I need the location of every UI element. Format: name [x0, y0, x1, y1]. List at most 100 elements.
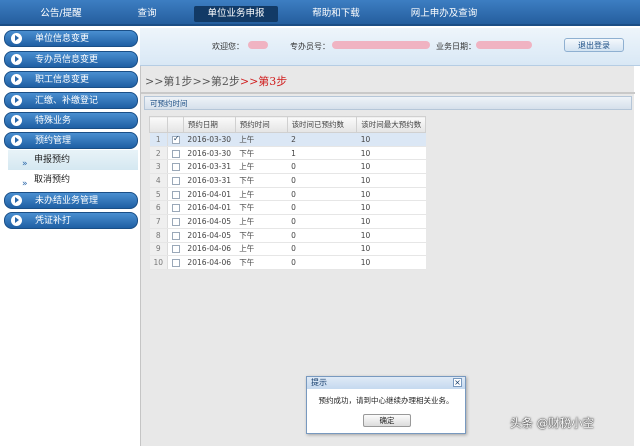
table-row[interactable]: 5 2016-04-01 上午 0 10 [149, 187, 426, 202]
appointment-grid: 预约日期 预约时间 该时间已预约数 该时间最大预约数 12016-03-30上午… [149, 116, 426, 270]
column-header-date[interactable]: 预约日期 [182, 116, 236, 133]
row-number: 10 [149, 255, 168, 270]
cell-max: 10 [356, 173, 426, 188]
checkbox[interactable] [171, 259, 180, 268]
sidebar-item-label: 专办员信息变更 [35, 55, 99, 65]
cell-max: 10 [356, 242, 426, 257]
sidebar-item-appointment[interactable]: 预约管理 [4, 132, 138, 149]
cell-max: 10 [356, 132, 426, 147]
row-checkbox[interactable] [167, 200, 184, 216]
row-number: 8 [149, 228, 168, 243]
table-row[interactable]: 1 2016-03-30上午210 [149, 132, 426, 147]
table-row[interactable]: 8 2016-04-05 下午 0 10 [149, 228, 426, 243]
sidebar-item-label: 职工信息变更 [35, 75, 90, 85]
cell-max: 10 [356, 255, 426, 270]
ok-button[interactable]: 确定 [363, 414, 411, 427]
checkbox[interactable] [171, 163, 180, 172]
watermark: 头条 @财税小空 [510, 416, 595, 430]
table-row[interactable]: 3 2016-03-31 上午 0 10 [149, 159, 426, 175]
business-date-label: 业务日期： [436, 42, 476, 51]
column-header-time[interactable]: 预约时间 [234, 116, 288, 133]
sidebar-item-reprint-voucher[interactable]: 凭证补打 [4, 212, 138, 229]
arrow-circle-icon [11, 115, 22, 126]
cell-booked: 1 [287, 146, 357, 161]
column-header-select[interactable] [166, 116, 184, 133]
row-number: 9 [149, 242, 168, 257]
cell-date: 2016-04-01 [183, 200, 236, 216]
column-header-rownum [149, 116, 168, 133]
row-number: 1 [149, 132, 168, 147]
column-header-booked[interactable]: 该时间已预约数 [286, 116, 358, 133]
step-1: >>第1步 [145, 75, 193, 88]
sidebar-item-agent-info[interactable]: 专办员信息变更 [4, 51, 138, 68]
sidebar-subitem-cancel-appointment[interactable]: » 取消预约 [8, 170, 138, 190]
cell-max: 10 [356, 200, 426, 216]
divider [141, 92, 635, 94]
sidebar-item-label: 未办结业务管理 [35, 196, 99, 206]
nav-help-download[interactable]: 帮助和下载 [310, 6, 362, 22]
sidebar-item-special-business[interactable]: 特殊业务 [4, 112, 138, 129]
checkbox[interactable] [171, 190, 180, 199]
nav-unit-declaration[interactable]: 单位业务申报 [194, 6, 278, 22]
cell-time: 下午 [235, 200, 288, 216]
checkbox[interactable] [171, 149, 180, 158]
row-checkbox[interactable] [167, 146, 184, 161]
table-row[interactable]: 7 2016-04-05 上午 0 10 [149, 214, 426, 229]
user-info-bar: 欢迎您： 专办员号： 业务日期： 退出登录 [140, 28, 640, 66]
cell-booked: 0 [287, 228, 357, 243]
row-checkbox[interactable] [167, 187, 184, 202]
cell-date: 2016-03-30 [183, 132, 236, 147]
row-checkbox[interactable] [167, 173, 184, 188]
column-header-max[interactable]: 该时间最大预约数 [356, 116, 426, 133]
table-row[interactable]: 4 2016-03-31 下午 0 10 [149, 173, 426, 188]
sidebar-subitem-label: 申报预约 [34, 155, 71, 165]
logout-button[interactable]: 退出登录 [564, 38, 624, 52]
sidebar-item-pending-business[interactable]: 未办结业务管理 [4, 192, 138, 209]
checkbox[interactable] [171, 176, 180, 185]
row-number: 2 [149, 146, 168, 161]
agent-number-label: 专办员号： [290, 42, 330, 51]
sidebar-item-unit-info[interactable]: 单位信息变更 [4, 30, 138, 47]
sidebar-subitem-declare-appointment[interactable]: » 申报预约 [8, 150, 138, 170]
nav-query[interactable]: 查询 [132, 6, 162, 22]
cell-max: 10 [356, 187, 426, 202]
cell-date: 2016-04-06 [183, 255, 236, 270]
dialog-title-bar: 提示 × [307, 377, 465, 389]
row-checkbox[interactable] [167, 132, 184, 147]
cell-date: 2016-03-31 [183, 173, 236, 188]
checkbox[interactable] [171, 217, 180, 226]
row-checkbox[interactable] [167, 255, 184, 270]
checkbox[interactable] [171, 204, 180, 213]
table-row[interactable]: 2 2016-03-30 下午 1 10 [149, 146, 426, 161]
checkbox[interactable] [171, 134, 180, 144]
cell-booked: 0 [287, 214, 357, 229]
sidebar-item-payment-registration[interactable]: 汇缴、补缴登记 [4, 92, 138, 109]
row-checkbox[interactable] [167, 242, 184, 257]
arrow-circle-icon [11, 33, 22, 44]
nav-announcements[interactable]: 公告/提醒 [38, 6, 84, 22]
sidebar-item-label: 预约管理 [35, 136, 72, 146]
cell-booked: 0 [287, 187, 357, 202]
arrow-circle-icon [11, 195, 22, 206]
cell-booked: 0 [287, 173, 357, 188]
table-row[interactable]: 6 2016-04-01 下午 0 10 [149, 200, 426, 216]
close-icon[interactable]: × [453, 378, 462, 387]
step-3-current: >>第3步 [239, 75, 288, 88]
row-checkbox[interactable] [167, 214, 184, 229]
cell-booked: 0 [287, 200, 357, 216]
checkbox[interactable] [171, 245, 180, 254]
sidebar-item-employee-info[interactable]: 职工信息变更 [4, 71, 138, 88]
nav-online-apply[interactable]: 网上申办及查询 [408, 6, 480, 22]
table-row[interactable]: 10 2016-04-06 下午 0 10 [149, 255, 426, 270]
cell-time: 下午 [235, 255, 288, 270]
cell-booked: 0 [287, 255, 357, 270]
row-checkbox[interactable] [167, 159, 184, 175]
cell-time: 下午 [235, 228, 288, 243]
cell-date: 2016-04-06 [183, 242, 236, 257]
cell-date: 2016-03-30 [183, 146, 236, 161]
double-arrow-icon: » [22, 179, 28, 189]
checkbox[interactable] [171, 231, 180, 240]
table-row[interactable]: 9 2016-04-06 上午 0 10 [149, 242, 426, 257]
row-number: 7 [149, 214, 168, 229]
row-checkbox[interactable] [167, 228, 184, 243]
